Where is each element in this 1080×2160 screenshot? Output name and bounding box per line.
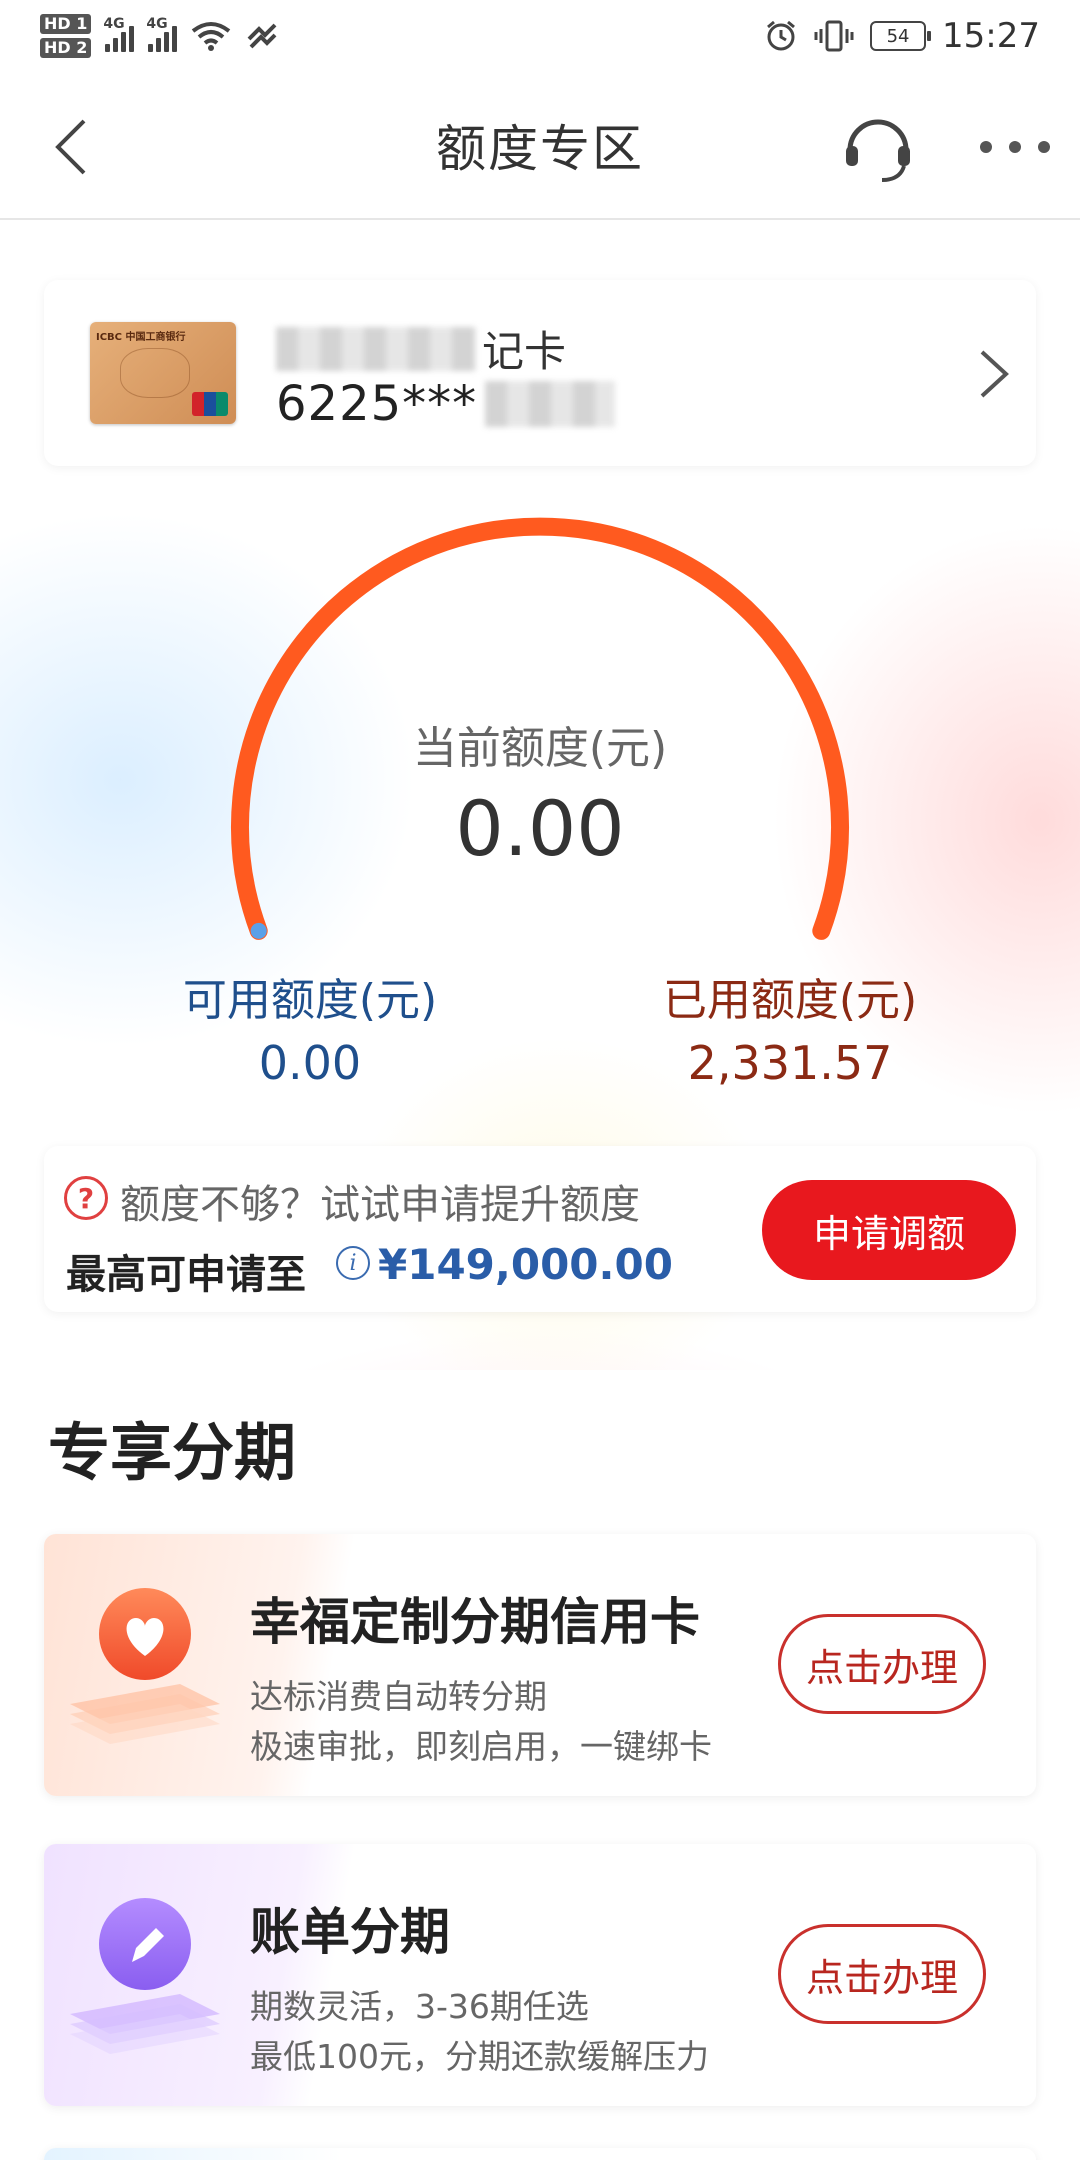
gauge-marker [250,922,267,939]
alarm-icon [767,20,795,51]
promo-card-happiness[interactable]: 幸福定制分期信用卡 达标消费自动转分期 极速审批，即刻启用，一键绑卡 点击办理 [44,1534,1036,1796]
card-name: 记卡 [276,318,566,379]
signal-icon: 4G [103,16,135,52]
vibrate-icon [814,20,854,52]
apply-button[interactable]: 点击办理 [778,1924,986,2024]
apply-adjust-button[interactable]: 申请调额 [762,1180,1016,1280]
more-button[interactable] [980,132,1050,162]
heart-icon [70,1588,220,1744]
clock: 15:27 [942,16,1040,56]
current-credit-value: 0.00 [455,784,625,873]
hotspot-icon [247,23,277,49]
sim2-badge: HD 2 [40,38,92,58]
signal-icon-2: 4G [146,16,178,52]
customer-service-button[interactable] [840,110,916,186]
current-credit-label: 当前额度(元) [412,723,668,774]
masked-text [276,326,476,371]
apply-button[interactable]: 点击办理 [778,1614,986,1714]
unionpay-icon [192,392,228,416]
raise-credit-panel: ? 额度不够？试试申请提升额度 最高可申请至 i ¥149,000.00 申请调… [44,1146,1036,1312]
used-credit-value: 2,331.57 [687,1036,893,1090]
sim1-badge: HD 1 [40,14,92,34]
available-credit: 可用额度(元) 0.00 [160,964,460,1090]
back-button[interactable] [40,112,100,182]
card-number: 6225*** [276,376,616,432]
promo-card-peek[interactable] [44,2148,1036,2160]
promo-card-bill-installment[interactable]: 账单分期 期数灵活，3-36期任选 最低100元，分期还款缓解压力 点击办理 [44,1844,1036,2106]
promo-desc-2: 最低100元，分期还款缓解压力 [250,2037,709,2076]
card-selector[interactable]: ICBC 中国工商银行 记卡 6225*** [44,280,1036,466]
bank-logo: ICBC 中国工商银行 [96,332,186,343]
promo-desc-2: 极速审批，即刻启用，一键绑卡 [250,1727,712,1766]
pencil-icon [70,1898,220,2054]
promo-title: 幸福定制分期信用卡 [250,1593,700,1651]
more-icon [980,141,992,153]
battery-icon: 54 [870,21,932,51]
available-credit-value: 0.00 [258,1036,362,1090]
masked-text [485,381,616,427]
section-title: 专享分期 [48,1416,297,1489]
max-apply-label: 最高可申请至 [66,1252,306,1298]
question-icon: ? [64,1176,108,1220]
card-image: ICBC 中国工商银行 [90,322,236,424]
used-credit: 已用额度(元) 2,331.57 [630,964,950,1090]
wifi-icon [192,22,231,51]
promo-title: 账单分期 [250,1903,450,1961]
chevron-right-icon [980,350,1009,398]
status-bar: HD 1 HD 2 4G 4G 54 15:27 [0,0,1080,72]
info-icon[interactable]: i [336,1246,370,1280]
used-credit-label: 已用额度(元) [662,975,918,1026]
back-icon [55,119,86,175]
available-credit-label: 可用额度(元) [182,975,438,1026]
max-apply-amount: ¥149,000.00 [378,1240,673,1289]
raise-hint: 额度不够？试试申请提升额度 [120,1182,640,1228]
page-title: 额度专区 [436,120,644,178]
nav-bar: 额度专区 [0,72,1080,220]
promo-desc-1: 期数灵活，3-36期任选 [250,1987,589,2026]
promo-desc-1: 达标消费自动转分期 [250,1677,547,1716]
customer-service-icon [846,119,910,182]
